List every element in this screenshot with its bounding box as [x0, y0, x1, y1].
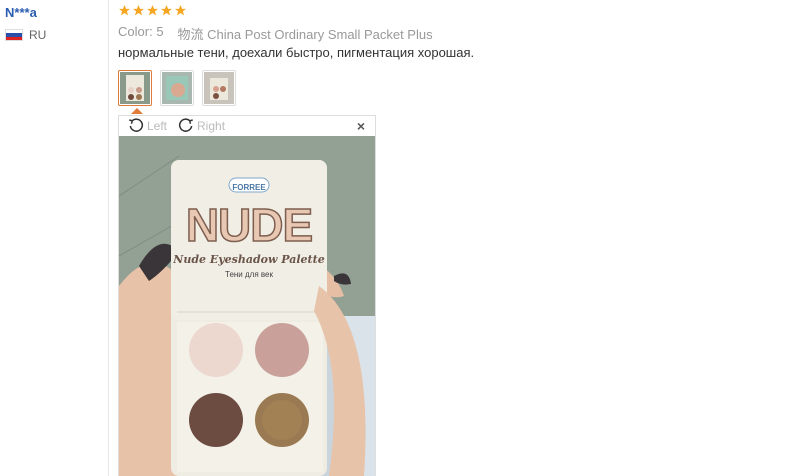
review-thumbnail[interactable]	[160, 70, 194, 106]
rotate-left-icon	[129, 118, 144, 132]
reviewer-name: N***a	[5, 5, 37, 20]
russia-flag-icon	[5, 29, 23, 41]
thumbnail-image	[204, 72, 234, 104]
brand-logo: FORREE	[232, 183, 266, 192]
palette-caption: Тени для век	[225, 270, 273, 279]
rotate-right-label: Right	[197, 119, 226, 133]
thumbnail-image	[162, 72, 192, 104]
reviewer-country: RU	[5, 28, 46, 42]
viewer-toolbar: Left Right ×	[119, 116, 375, 136]
close-viewer-button[interactable]: ×	[357, 118, 365, 134]
rotate-left-label: Left	[147, 119, 168, 133]
thumbnail-pointer	[131, 108, 143, 114]
shipping-method: 物流 China Post Ordinary Small Packet Plus	[177, 27, 433, 42]
country-code: RU	[29, 28, 47, 42]
review-thumbnail[interactable]	[118, 70, 152, 106]
star-icon	[161, 5, 172, 16]
thumbnail-image	[120, 72, 150, 104]
image-viewer: Left Right × FORREE NUDE Nude Eyeshadow …	[118, 115, 376, 476]
star-icon	[147, 5, 158, 16]
reviewer-column: N***a RU	[0, 0, 109, 476]
palette-title: NUDE	[185, 199, 314, 251]
palette-label: FORREE NUDE Nude Eyeshadow Palette Тени …	[171, 160, 327, 279]
review-photo: FORREE NUDE Nude Eyeshadow Palette Тени …	[119, 136, 375, 476]
star-icon	[133, 5, 144, 16]
star-rating	[118, 4, 187, 17]
rotate-left-button[interactable]: Left	[127, 117, 167, 135]
rotate-right-icon	[178, 118, 193, 132]
review-thumbnails	[118, 70, 236, 106]
color-label: Color: 5	[118, 24, 164, 39]
star-icon	[119, 5, 130, 16]
palette-subtitle: Nude Eyeshadow Palette	[173, 253, 325, 266]
review-thumbnail[interactable]	[202, 70, 236, 106]
order-meta: Color: 5 物流 China Post Ordinary Small Pa…	[118, 24, 433, 43]
review-text: нормальные тени, доехали быстро, пигмент…	[118, 45, 475, 60]
star-icon	[175, 5, 186, 16]
rotate-right-button[interactable]: Right	[177, 117, 225, 135]
